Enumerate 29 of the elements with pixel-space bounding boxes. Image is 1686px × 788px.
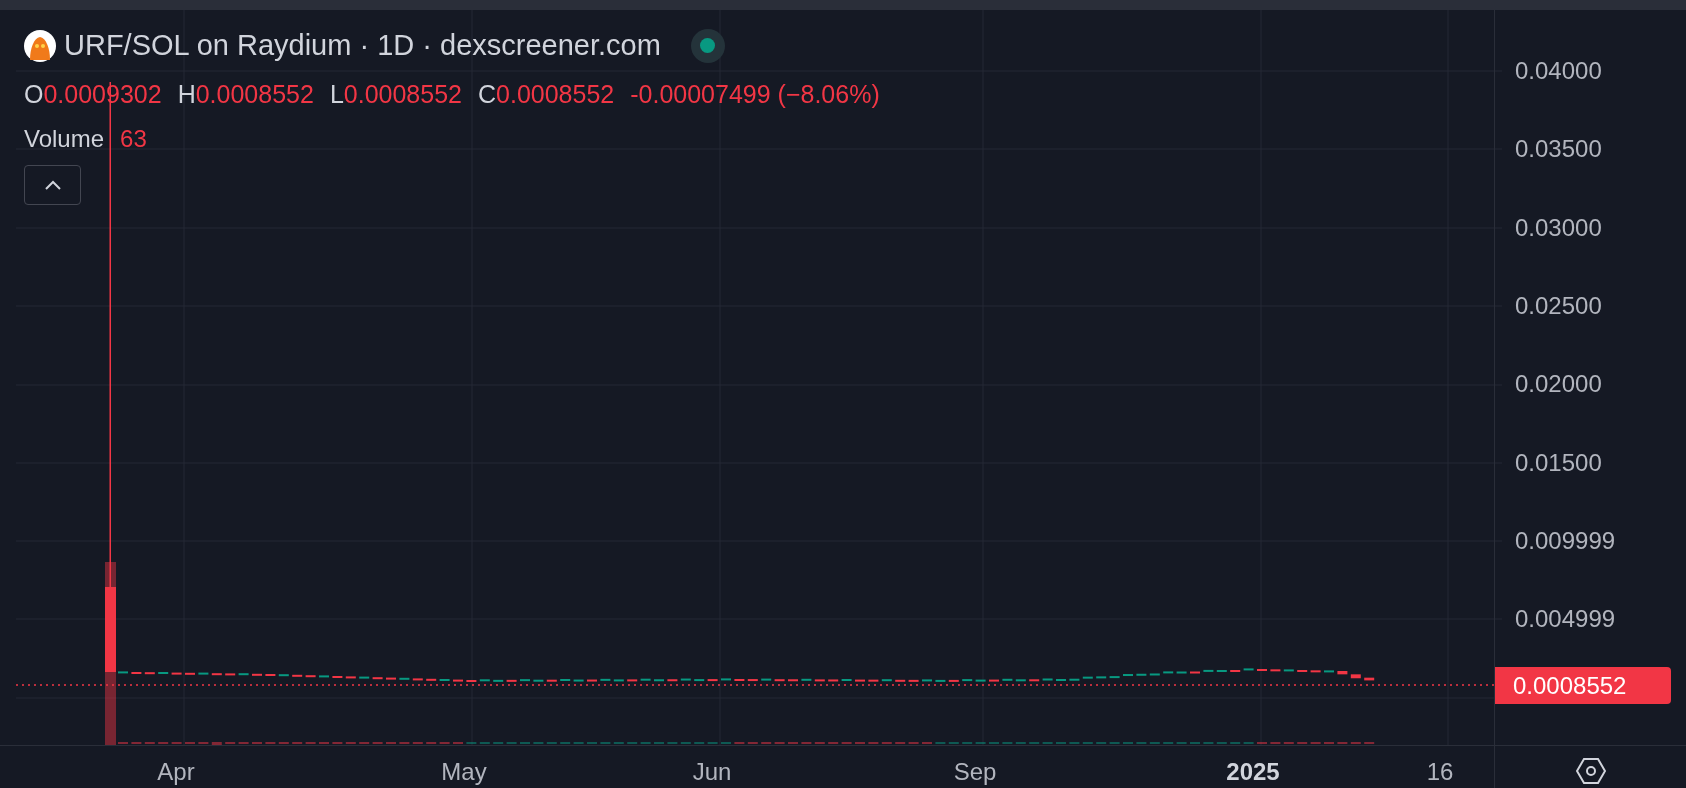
chart-title: URF/SOL on Raydium · 1D · dexscreener.com	[64, 28, 661, 63]
chevron-up-icon	[43, 179, 62, 191]
price-tick-label: 0.02500	[1515, 291, 1602, 320]
time-tick-label: 16	[1426, 757, 1454, 787]
price-tick-label: 0.004999	[1515, 605, 1616, 634]
last-price-badge: 0.0008552	[1495, 667, 1671, 704]
ohlc-label: L	[329, 78, 344, 110]
price-change: -0.00007499 (−8.06%)	[630, 78, 880, 110]
volume-label: Volume	[24, 124, 105, 154]
price-tick-label: 0.02000	[1515, 370, 1602, 399]
time-tick-label: May	[441, 757, 487, 787]
time-tick-label: Jun	[692, 757, 732, 787]
price-tick-label: 0.04000	[1515, 57, 1602, 85]
price-tick-label: 0.01500	[1515, 448, 1602, 477]
price-tick-label: 0.03000	[1515, 213, 1602, 242]
ohlc-label: H	[177, 78, 196, 110]
ohlc-value: 0.0008552	[496, 78, 615, 110]
volume-value: 63	[120, 124, 147, 154]
token-logo-icon	[24, 29, 56, 62]
ohlc-label: O	[24, 78, 44, 110]
time-tick-label: 2025	[1226, 757, 1280, 787]
price-tick-label: 0.03500	[1515, 135, 1602, 164]
ohlc-value: 0.0008552	[195, 78, 314, 110]
time-tick-label: Sep	[953, 757, 997, 787]
ohlc-label: C	[478, 78, 497, 110]
time-tick-label: Apr	[157, 757, 195, 787]
price-tick-label: 0.009999	[1515, 526, 1616, 555]
ohlc-value: 0.0008552	[343, 78, 462, 110]
settings-icon[interactable]	[1576, 756, 1606, 786]
